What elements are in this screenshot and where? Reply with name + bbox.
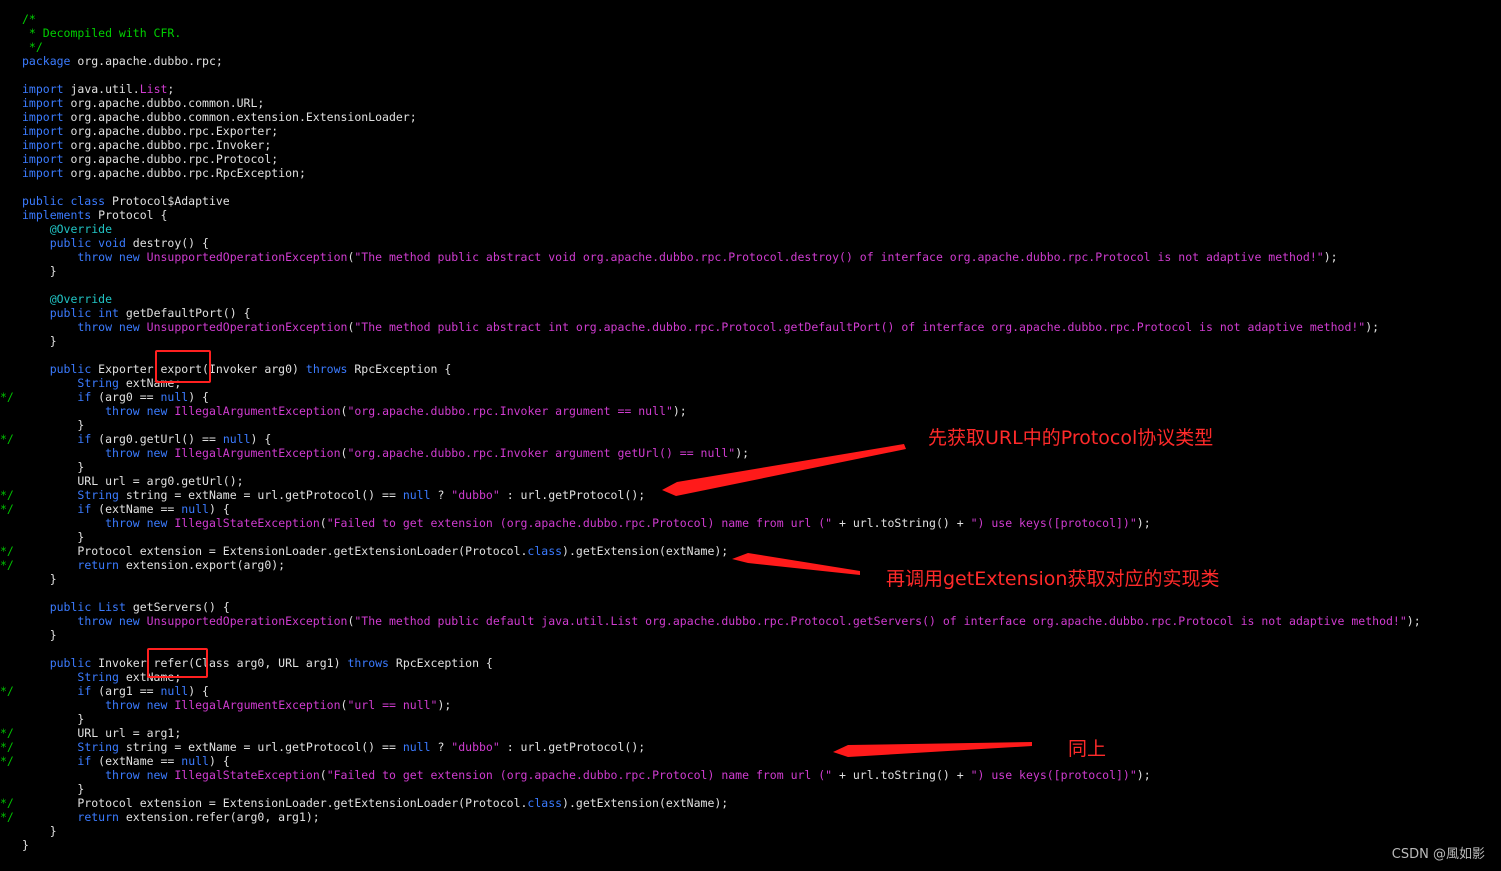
annotation-arrows <box>662 444 1032 757</box>
watermark: CSDN @風如影 <box>1391 847 1485 862</box>
arrow-to-get-protocol-refer <box>833 742 1032 757</box>
note-protocol-type: 先获取URL中的Protocol协议类型 <box>928 427 1214 449</box>
note-get-extension: 再调用getExtension获取对应的实现类 <box>886 568 1220 590</box>
arrow-to-get-extension <box>732 553 860 575</box>
screenshot-canvas: /* * Decompiled with CFR. */package org.… <box>0 0 1501 871</box>
arrow-to-get-protocol-export <box>662 444 906 496</box>
note-same-as-above: 同上 <box>1068 738 1107 760</box>
